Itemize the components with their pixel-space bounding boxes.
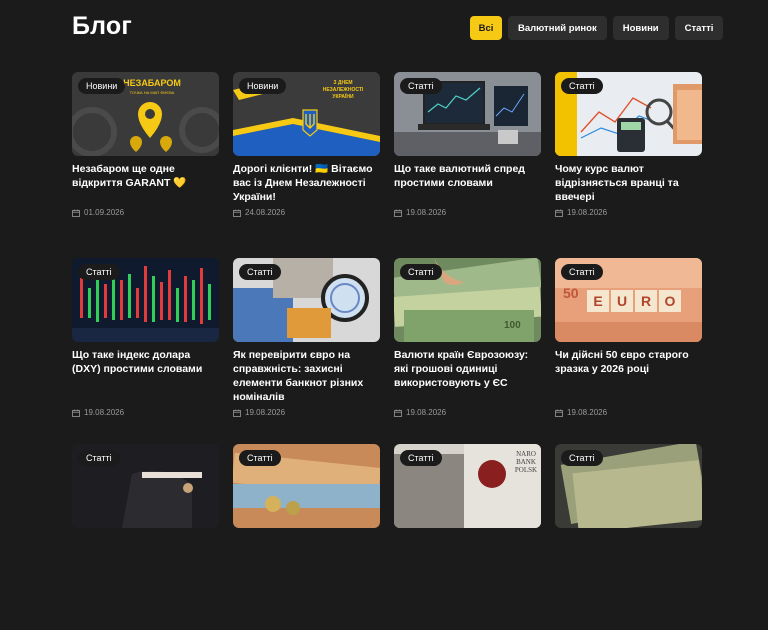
svg-text:R: R xyxy=(641,293,651,309)
post-image[interactable]: НЕЗАБАРОМ ТОЧКА НА МАП ФИЄВА Новини xyxy=(72,72,219,156)
post-card[interactable]: Статті xyxy=(555,444,702,630)
post-date: 19.08.2026 xyxy=(394,208,446,217)
post-card[interactable]: 100 Статті Валюти країн Єврозоюзу: які г… xyxy=(394,258,541,444)
svg-text:НЕЗАБАРОМ: НЕЗАБАРОМ xyxy=(123,78,181,88)
post-card[interactable]: Статті xyxy=(233,444,380,630)
post-image[interactable]: Статті xyxy=(555,72,702,156)
post-image[interactable]: Статті xyxy=(72,444,219,528)
post-card[interactable]: Статті xyxy=(72,444,219,630)
post-image[interactable]: Статті xyxy=(394,72,541,156)
svg-text:50: 50 xyxy=(563,285,579,301)
category-badge: Новини xyxy=(239,78,287,94)
svg-text:BANK: BANK xyxy=(516,458,536,466)
post-date-text: 19.08.2026 xyxy=(567,208,608,217)
post-date: 19.08.2026 xyxy=(394,408,446,417)
post-title[interactable]: Валюти країн Єврозоюзу: які грошові один… xyxy=(394,348,541,404)
post-date: 19.08.2026 xyxy=(555,208,607,217)
svg-text:O: O xyxy=(665,293,676,309)
category-badge: Статті xyxy=(561,450,603,466)
calendar-icon xyxy=(394,209,402,217)
svg-text:E: E xyxy=(593,293,602,309)
calendar-icon xyxy=(394,409,402,417)
post-date-text: 19.08.2026 xyxy=(406,208,447,217)
post-card[interactable]: Статті Що таке індекс долара (DXY) прост… xyxy=(72,258,219,444)
category-badge: Новини xyxy=(78,78,126,94)
post-image[interactable]: З ДНЕМ НЕЗАЛЕЖНОСТІ УКРАЇНИ Новини xyxy=(233,72,380,156)
svg-text:POLSK: POLSK xyxy=(515,466,537,474)
post-image[interactable]: Статті xyxy=(555,444,702,528)
post-card[interactable]: НЕЗАБАРОМ ТОЧКА НА МАП ФИЄВА Новини Неза… xyxy=(72,72,219,258)
calendar-icon xyxy=(72,409,80,417)
category-badge: Статті xyxy=(400,450,442,466)
post-image[interactable]: Статті xyxy=(233,444,380,528)
post-title[interactable]: Що таке індекс долара (DXY) простими сло… xyxy=(72,348,219,404)
filter-currency-market-button[interactable]: Валютний ринок xyxy=(508,16,607,40)
calendar-icon xyxy=(555,409,563,417)
calendar-icon xyxy=(233,409,241,417)
post-image[interactable]: NARO BANK POLSK Статті xyxy=(394,444,541,528)
category-badge: Статті xyxy=(78,450,120,466)
post-date: 19.08.2026 xyxy=(555,408,607,417)
filter-all-button[interactable]: Всі xyxy=(470,16,502,40)
calendar-icon xyxy=(233,209,241,217)
post-date: 01.09.2026 xyxy=(72,208,124,217)
svg-text:NARO: NARO xyxy=(516,450,536,458)
svg-text:НЕЗАЛЕЖНОСТІ: НЕЗАЛЕЖНОСТІ xyxy=(323,87,364,93)
calendar-icon xyxy=(72,209,80,217)
category-badge: Статті xyxy=(239,264,281,280)
post-date-text: 01.09.2026 xyxy=(84,208,125,217)
filter-articles-button[interactable]: Статті xyxy=(674,16,724,40)
post-date: 19.08.2026 xyxy=(72,408,124,417)
post-card[interactable]: Статті Як перевірити євро на справжність… xyxy=(233,258,380,444)
calendar-icon xyxy=(555,209,563,217)
post-card[interactable]: NARO BANK POLSK Статті xyxy=(394,444,541,630)
post-date: 24.08.2026 xyxy=(233,208,285,217)
post-image[interactable]: Статті xyxy=(72,258,219,342)
category-badge: Статті xyxy=(239,450,281,466)
post-title[interactable]: Чи дійсні 50 євро старого зразка у 2026 … xyxy=(555,348,702,404)
post-card[interactable]: 50 E U R O Статті Чи дійсні 50 євро стар… xyxy=(555,258,702,444)
svg-text:ТОЧКА НА МАП ФИЄВА: ТОЧКА НА МАП ФИЄВА xyxy=(130,90,175,95)
post-date-text: 19.08.2026 xyxy=(84,408,125,417)
post-image[interactable]: 100 Статті xyxy=(394,258,541,342)
category-badge: Статті xyxy=(400,264,442,280)
svg-text:УКРАЇНИ: УКРАЇНИ xyxy=(332,93,354,100)
post-date-text: 19.08.2026 xyxy=(406,408,447,417)
post-date-text: 19.08.2026 xyxy=(567,408,608,417)
category-badge: Статті xyxy=(400,78,442,94)
category-filters: Всі Валютний ринок Новини Статті xyxy=(470,16,724,40)
category-badge: Статті xyxy=(561,78,603,94)
category-badge: Статті xyxy=(561,264,603,280)
post-card[interactable]: З ДНЕМ НЕЗАЛЕЖНОСТІ УКРАЇНИ Новини Дорог… xyxy=(233,72,380,258)
svg-text:100: 100 xyxy=(504,320,521,331)
post-image[interactable]: Статті xyxy=(233,258,380,342)
post-date-text: 19.08.2026 xyxy=(245,408,286,417)
post-date-text: 24.08.2026 xyxy=(245,208,286,217)
post-date: 19.08.2026 xyxy=(233,408,285,417)
post-card[interactable]: Статті Чому курс валют відрізняється вра… xyxy=(555,72,702,258)
posts-grid: НЕЗАБАРОМ ТОЧКА НА МАП ФИЄВА Новини Неза… xyxy=(72,72,702,630)
svg-text:U: U xyxy=(617,293,627,309)
page-title: Блог xyxy=(72,12,133,40)
category-badge: Статті xyxy=(78,264,120,280)
post-title[interactable]: Як перевірити євро на справжність: захис… xyxy=(233,348,380,404)
svg-text:З ДНЕМ: З ДНЕМ xyxy=(333,80,352,86)
post-card[interactable]: Статті Що таке валютний спред простими с… xyxy=(394,72,541,258)
filter-news-button[interactable]: Новини xyxy=(612,16,669,40)
post-image[interactable]: 50 E U R O Статті xyxy=(555,258,702,342)
